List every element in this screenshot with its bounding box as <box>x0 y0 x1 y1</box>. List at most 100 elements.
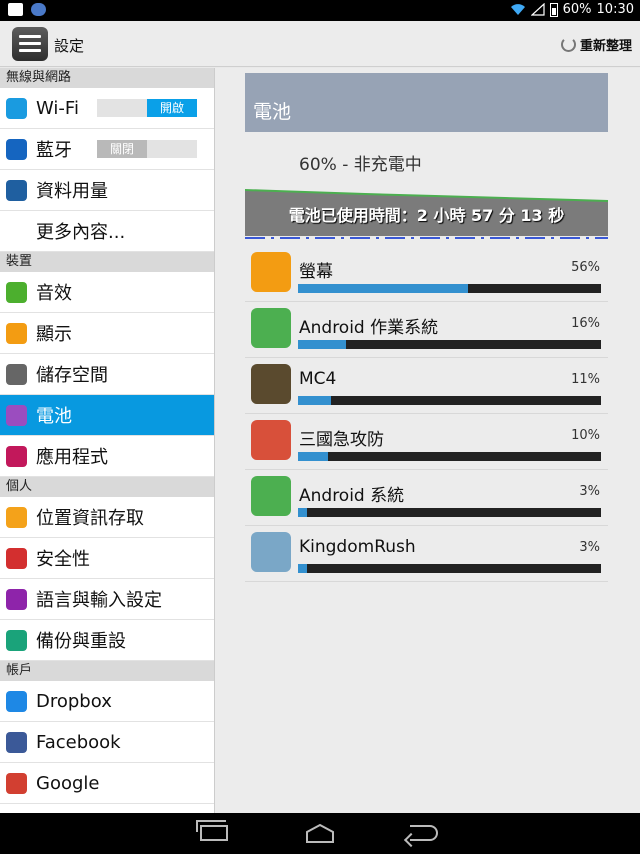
wifi-signal-icon <box>510 4 525 15</box>
toggle-label: 開啟 <box>147 99 197 117</box>
speaker-icon <box>6 281 27 303</box>
wifi-toggle[interactable]: 開啟 <box>97 99 197 117</box>
sidebar-item-facebook[interactable]: Facebook <box>0 722 214 763</box>
usage-row[interactable]: Android 系統 3% <box>245 470 608 526</box>
usage-row[interactable]: 螢幕 56% <box>245 246 608 302</box>
recents-icon <box>196 820 228 841</box>
sidebar-item-google[interactable]: Google <box>0 763 214 804</box>
data-usage-icon <box>6 179 27 201</box>
sidebar-item-battery[interactable]: 電池 <box>0 395 214 436</box>
gallery-notification-icon <box>8 3 23 16</box>
sidebar-item-dropbox[interactable]: Dropbox <box>0 681 214 722</box>
bluetooth-toggle[interactable]: 關閉 <box>97 140 197 158</box>
battery-status-icon <box>549 2 558 17</box>
wifi-icon <box>6 97 27 119</box>
app-notification-icon <box>31 3 46 16</box>
refresh-button[interactable]: 重新整理 <box>560 35 632 54</box>
section-header: 個人 <box>0 477 214 497</box>
sidebar-item-location[interactable]: 位置資訊存取 <box>0 497 214 538</box>
sidebar-item-label: 更多內容... <box>36 222 126 243</box>
brightness-icon <box>251 252 291 292</box>
settings-sidebar[interactable]: 無線與網路 Wi-Fi 開啟 藍牙 關閉 資料用量 更多內容... 裝置 音效 顯示 儲存空間 電池應… <box>0 68 214 813</box>
battery-history-graph[interactable]: 電池已使用時間：2 小時 57 分 13 秒 <box>244 186 609 241</box>
usage-bar-fill <box>298 340 347 349</box>
usage-bar-fill <box>298 452 329 461</box>
section-header: 無線與網路 <box>0 68 214 88</box>
mc4-icon <box>251 364 291 404</box>
sidebar-item-label: 語言與輸入設定 <box>36 590 162 611</box>
usage-row[interactable]: MC4 11% <box>245 358 608 414</box>
home-button[interactable] <box>290 813 350 854</box>
sidebar-item-label: 儲存空間 <box>36 365 108 386</box>
sidebar-item-language[interactable]: 語言與輸入設定 <box>0 579 214 620</box>
sidebar-item-label: 位置資訊存取 <box>36 508 144 529</box>
usage-bar-fill <box>298 284 468 293</box>
cell-signal-icon <box>530 3 545 16</box>
sidebar-item-label: 音效 <box>36 283 72 304</box>
dropbox-icon <box>6 690 27 712</box>
refresh-icon <box>560 37 576 52</box>
sidebar-item-data-usage[interactable]: 資料用量 <box>0 170 214 211</box>
battery-icon <box>6 404 27 426</box>
home-icon <box>306 823 334 843</box>
usage-percent: 56% <box>571 260 600 275</box>
sidebar-item-label: Wi-Fi <box>36 97 79 119</box>
facebook-icon <box>6 731 27 753</box>
back-button[interactable] <box>396 813 456 854</box>
navigation-bar <box>0 813 640 854</box>
section-header: 帳戶 <box>0 661 214 681</box>
sidebar-item-bluetooth[interactable]: 藍牙 關閉 <box>0 129 214 170</box>
app-name: 三國急攻防 <box>299 430 384 450</box>
sidebar-item-label: 備份與重設 <box>36 631 126 652</box>
usage-bar <box>298 396 601 405</box>
sidebar-item-security[interactable]: 安全性 <box>0 538 214 579</box>
back-icon <box>410 825 438 841</box>
settings-app-icon[interactable] <box>12 27 48 61</box>
blank-icon <box>6 221 27 242</box>
sidebar-item-label: 資料用量 <box>36 181 108 202</box>
usage-bar <box>298 452 601 461</box>
sidebar-item-backup[interactable]: 備份與重設 <box>0 620 214 661</box>
usage-time-label: 電池已使用時間：2 小時 57 分 13 秒 <box>288 206 565 225</box>
language-icon <box>6 588 27 610</box>
app-name: KingdomRush <box>299 537 416 557</box>
sidebar-item-display[interactable]: 顯示 <box>0 313 214 354</box>
usage-bar <box>298 564 601 573</box>
battery-percent: 60% <box>562 2 592 17</box>
battery-panel: 電池 60% - 非充電中 電池已使用時間：2 小時 57 分 13 秒 螢幕 5… <box>214 68 640 813</box>
usage-row[interactable]: 三國急攻防 10% <box>245 414 608 470</box>
sidebar-item-wifi[interactable]: Wi-Fi 開啟 <box>0 88 214 129</box>
kingdomrush-icon <box>251 532 291 572</box>
usage-row[interactable]: Android 作業系統 16% <box>245 302 608 358</box>
app-name: MC4 <box>299 369 337 389</box>
sidebar-item-apps[interactable]: 應用程式 <box>0 436 214 477</box>
battery-title: 電池 <box>253 101 292 123</box>
sidebar-item-label: 顯示 <box>36 324 72 345</box>
sidebar-item-more[interactable]: 更多內容... <box>0 211 214 252</box>
usage-bar <box>298 508 601 517</box>
android-system-icon <box>251 476 291 516</box>
three-kingdoms-icon <box>251 420 291 460</box>
app-name: Android 作業系統 <box>299 318 439 338</box>
sidebar-item-storage[interactable]: 儲存空間 <box>0 354 214 395</box>
status-bar: 60% 10:30 <box>0 0 640 21</box>
usage-percent: 11% <box>571 372 600 387</box>
sidebar-item-label: 安全性 <box>36 549 90 570</box>
app-name: 螢幕 <box>299 262 333 282</box>
usage-percent: 3% <box>579 540 600 555</box>
bluetooth-icon <box>6 138 27 160</box>
usage-bar-fill <box>298 564 308 573</box>
recents-button[interactable] <box>184 813 244 854</box>
usage-bar <box>298 340 601 349</box>
page-title: 設定 <box>54 37 85 55</box>
sidebar-item-label: Google <box>36 772 100 794</box>
sidebar-item-sound[interactable]: 音效 <box>0 272 214 313</box>
sidebar-item-label: 電池 <box>36 406 72 427</box>
usage-bar-fill <box>298 508 308 517</box>
brightness-icon <box>6 322 27 344</box>
android-os-icon <box>251 308 291 348</box>
usage-bar-fill <box>298 396 332 405</box>
usage-row[interactable]: KingdomRush 3% <box>245 526 608 582</box>
battery-status: 60% - 非充電中 <box>299 155 422 175</box>
app-name: Android 系統 <box>299 486 405 506</box>
